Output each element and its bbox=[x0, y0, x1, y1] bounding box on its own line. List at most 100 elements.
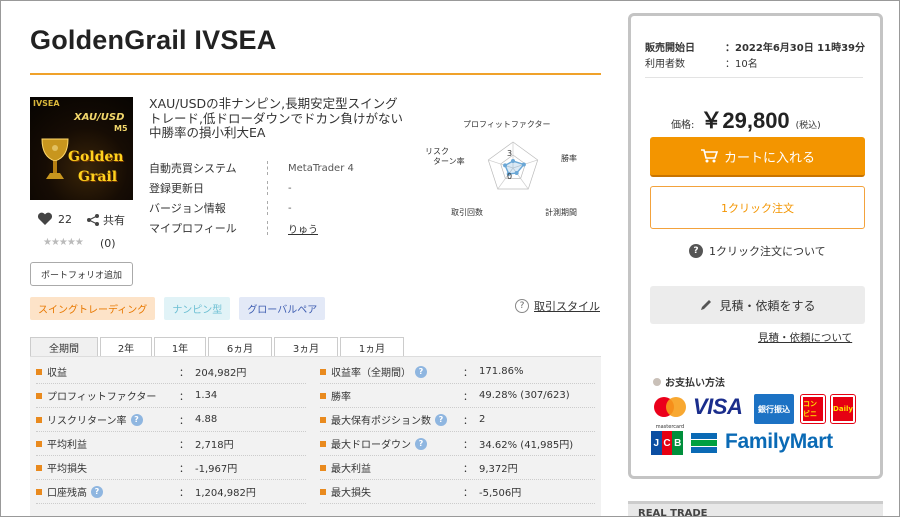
tax-note: (税込) bbox=[795, 121, 821, 131]
page-title: GoldenGrail IVSEA bbox=[30, 25, 277, 55]
payment-title-text: お支払い方法 bbox=[665, 378, 725, 389]
tag-nanpin[interactable]: ナンピン型 bbox=[164, 297, 231, 320]
bullet-icon bbox=[653, 377, 661, 386]
tab-3m[interactable]: 3ヵ月 bbox=[274, 337, 338, 356]
estimate-request-button[interactable]: 見積・依頼をする bbox=[650, 286, 865, 324]
radar-point bbox=[511, 159, 515, 164]
one-click-order-button[interactable]: 1クリック注文 bbox=[650, 186, 865, 229]
help-icon[interactable]: ? bbox=[91, 485, 103, 498]
tab-1m[interactable]: 1ヵ月 bbox=[340, 337, 404, 356]
stat-label-text: リスクリターン率 bbox=[47, 416, 127, 427]
stat-row: 最大保有ポジション数?： 2 bbox=[320, 408, 595, 432]
stat-value: -5,506円 bbox=[479, 488, 522, 499]
spec-label: 自動売買システム bbox=[149, 162, 237, 175]
bullet-icon bbox=[320, 368, 326, 375]
stat-row: 最大損失 ： -5,506円 bbox=[320, 480, 595, 504]
mastercard-icon bbox=[654, 397, 686, 417]
help-icon[interactable]: ? bbox=[130, 413, 143, 426]
stat-label: 収益率（全期間）? bbox=[331, 364, 463, 379]
users-row: 利用者数 ： 10名 bbox=[645, 54, 865, 70]
purchase-panel: 販売開始日 ： 2022年6月30日 11時39分 利用者数 ： 10名 価格:… bbox=[628, 13, 883, 479]
product-image[interactable]: IVSEA XAU/USD M5 Golden Grail bbox=[30, 97, 133, 200]
jcb-b: B bbox=[672, 431, 684, 455]
stat-label: 最大損失 bbox=[331, 484, 463, 499]
tag-global-pair[interactable]: グローバルペア bbox=[239, 297, 326, 320]
price-label: 価格: bbox=[671, 120, 695, 131]
colon: ： bbox=[463, 464, 473, 475]
question-icon: ? bbox=[515, 299, 529, 313]
stat-value: 1.34 bbox=[195, 390, 218, 401]
add-to-cart-button[interactable]: カートに入れる bbox=[650, 137, 865, 177]
stat-value: 2 bbox=[479, 414, 486, 425]
add-portfolio-button[interactable]: ポートフォリオ追加 bbox=[30, 262, 133, 286]
divider bbox=[267, 201, 268, 215]
tab-1y[interactable]: 1年 bbox=[154, 337, 206, 356]
users-label: 利用者数 bbox=[645, 58, 685, 70]
tab-all-period[interactable]: 全期間 bbox=[30, 337, 98, 356]
help-icon[interactable]: ? bbox=[415, 365, 427, 378]
colon: ： bbox=[725, 42, 735, 54]
stat-row: プロフィットファクター ： 1.34 bbox=[36, 384, 306, 408]
tag-list: スイングトレーディング ナンピン型 グローバルペア bbox=[30, 297, 326, 320]
tab-2y[interactable]: 2年 bbox=[100, 337, 152, 356]
estimate-about-link[interactable]: 見積・依頼について bbox=[758, 330, 852, 345]
bullet-icon bbox=[320, 464, 326, 471]
stat-label-text: 収益 bbox=[47, 368, 67, 379]
real-trade-header: REAL TRADE bbox=[628, 501, 883, 516]
sale-info: 販売開始日 ： 2022年6月30日 11時39分 利用者数 ： 10名 bbox=[645, 38, 865, 70]
spec-row: マイプロフィール りゅう bbox=[149, 218, 399, 238]
stat-label: リスクリターン率? bbox=[47, 412, 179, 427]
tab-6m[interactable]: 6ヵ月 bbox=[208, 337, 272, 356]
colon: ： bbox=[179, 392, 189, 403]
share-button[interactable]: 共有 bbox=[86, 212, 125, 228]
spec-value: - bbox=[288, 182, 292, 194]
grail-cup-icon bbox=[41, 138, 69, 179]
stat-label: 平均損失 bbox=[47, 460, 179, 475]
cart-label: カートに入れる bbox=[723, 150, 815, 166]
stat-row: 最大利益 ： 9,372円 bbox=[320, 456, 595, 480]
radar-scale-label: 3 bbox=[507, 149, 512, 158]
bullet-icon bbox=[36, 464, 42, 471]
colon: ： bbox=[179, 368, 189, 379]
stat-value: 204,982円 bbox=[195, 368, 247, 379]
stat-label: 口座残高? bbox=[47, 484, 179, 499]
help-icon[interactable]: ? bbox=[415, 437, 427, 450]
radar-axis-label: プロフィットファクター bbox=[463, 120, 551, 129]
heart-icon bbox=[37, 212, 53, 225]
bullet-icon bbox=[320, 488, 326, 495]
price: 価格: ￥29,800 (税込) bbox=[671, 103, 821, 135]
bullet-icon bbox=[320, 416, 326, 423]
divider bbox=[267, 161, 268, 175]
stat-label-text: 勝率 bbox=[331, 392, 351, 403]
stat-value: 49.28% (307/623) bbox=[479, 390, 570, 401]
stat-row: 勝率 ： 49.28% (307/623) bbox=[320, 384, 595, 408]
bullet-icon bbox=[320, 440, 326, 447]
sale-start-value: 2022年6月30日 11時39分 bbox=[735, 42, 866, 54]
stat-value: 171.86% bbox=[479, 366, 524, 377]
colon: ： bbox=[463, 368, 473, 379]
help-icon[interactable]: ? bbox=[435, 413, 447, 426]
review-count: (0) bbox=[100, 237, 116, 250]
radar-axis-label: リスク bbox=[425, 147, 449, 156]
colon: ： bbox=[463, 440, 473, 451]
stat-label: 最大利益 bbox=[331, 460, 463, 475]
trade-style-link[interactable]: ? 取引スタイル bbox=[515, 298, 600, 314]
radar-point bbox=[503, 163, 508, 168]
stat-label: 平均利益 bbox=[47, 436, 179, 451]
one-click-about-link[interactable]: ? 1クリック注文について bbox=[689, 243, 826, 259]
jcb-c: C bbox=[661, 431, 673, 455]
payment-logos: mastercard VISA 銀行振込 コンビニ Daily J C B Fa… bbox=[651, 391, 876, 461]
stat-label-text: 収益率（全期間） bbox=[331, 368, 411, 379]
stat-label: 最大ドローダウン? bbox=[331, 436, 463, 451]
spec-table: 自動売買システム MetaTrader 4 登録更新日 - バージョン情報 - マイプ… bbox=[149, 158, 399, 238]
like-button[interactable]: 22 bbox=[37, 212, 72, 226]
radar-chart: 3 0 プロフィットファクター勝率計測期間 取引回数 リスクターン率 bbox=[425, 120, 577, 217]
share-icon bbox=[87, 214, 99, 226]
colon: ： bbox=[463, 416, 473, 427]
stat-label-text: 平均利益 bbox=[47, 440, 87, 451]
tag-swing[interactable]: スイングトレーディング bbox=[30, 297, 156, 320]
stat-row: リスクリターン率?： 4.88 bbox=[36, 408, 306, 432]
radar-scale-label: 0 bbox=[507, 172, 512, 181]
profile-link[interactable]: りゅう bbox=[288, 221, 318, 236]
stat-label: 勝率 bbox=[331, 388, 463, 403]
